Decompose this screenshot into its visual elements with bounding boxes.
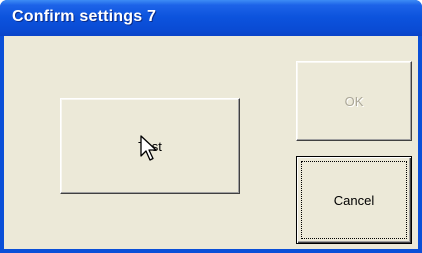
test-button[interactable]: Test — [60, 98, 240, 194]
ok-button-label: OK — [344, 93, 364, 109]
dialog-body: Test OK Cancel — [4, 36, 418, 249]
ok-button[interactable]: OK — [296, 61, 412, 141]
window-title: Confirm settings 7 — [12, 8, 157, 25]
focus-ring — [301, 161, 407, 239]
dialog-window: Confirm settings 7 Test OK Cancel — [0, 0, 422, 253]
arrow-pointer-icon — [140, 135, 157, 161]
cancel-button[interactable]: Cancel — [296, 156, 412, 244]
title-bar[interactable]: Confirm settings 7 — [0, 0, 422, 36]
